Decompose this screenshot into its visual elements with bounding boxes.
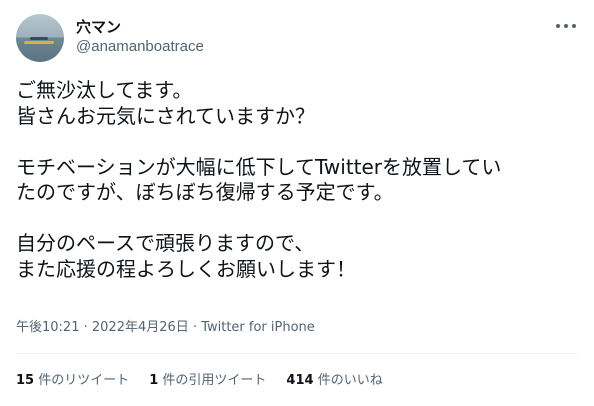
quotes-label: 件の引用ツイート: [158, 373, 267, 388]
tweet-line: たのですが、ぼちぼち復帰する予定です。: [16, 180, 394, 204]
dot: [564, 24, 568, 28]
tweet-time[interactable]: 午後10:21: [16, 320, 79, 335]
retweets-label: 件のリツイート: [34, 373, 130, 388]
tweet-line: 自分のペースで頑張りますので、: [16, 231, 315, 255]
divider: [16, 353, 578, 354]
tweet-header: 穴マン @anamanboatrace: [16, 12, 578, 64]
quotes-stat[interactable]: 1 件の引用ツイート: [149, 371, 266, 391]
avatar[interactable]: [16, 14, 64, 62]
tweet-line: また応援の程よろしくお願いします！: [16, 256, 356, 281]
meta-separator: ·: [79, 320, 92, 335]
dot: [556, 24, 560, 28]
tweet-meta: 午後10:21 · 2022年4月26日 · Twitter for iPhon…: [16, 318, 315, 338]
avatar-boat-shape: [30, 37, 48, 40]
retweets-stat[interactable]: 15 件のリツイート: [16, 371, 129, 391]
meta-separator: ·: [188, 320, 202, 335]
retweets-count: 15: [16, 373, 35, 388]
tweet-line: 皆さんお元気にされていますか？: [16, 103, 315, 128]
more-horizontal-icon[interactable]: [556, 20, 576, 32]
tweet-line: ご無沙汰してます。: [16, 78, 193, 102]
user-handle[interactable]: @anamanboatrace: [76, 37, 204, 57]
tweet-card: 穴マン @anamanboatrace ご無沙汰してます。 皆さんお元気にされて…: [0, 0, 594, 406]
tweet-text: ご無沙汰してます。 皆さんお元気にされていますか？ モチベーションが大幅に低下し…: [16, 78, 578, 282]
user-names: 穴マン @anamanboatrace: [76, 17, 204, 57]
tweet-source-link[interactable]: Twitter for iPhone: [201, 320, 315, 335]
avatar-boat-shape: [24, 41, 54, 44]
likes-label: 件のいいね: [313, 373, 383, 388]
tweet-line: モチベーションが大幅に低下してTwitterを放置してい: [16, 154, 502, 179]
display-name[interactable]: 穴マン: [76, 17, 204, 37]
dot: [572, 24, 576, 28]
likes-stat[interactable]: 414 件のいいね: [286, 371, 382, 391]
tweet-stats: 15 件のリツイート 1 件の引用ツイート 414 件のいいね: [16, 371, 403, 391]
tweet-date[interactable]: 2022年4月26日: [92, 320, 189, 335]
likes-count: 414: [286, 373, 314, 388]
quotes-count: 1: [149, 373, 159, 388]
